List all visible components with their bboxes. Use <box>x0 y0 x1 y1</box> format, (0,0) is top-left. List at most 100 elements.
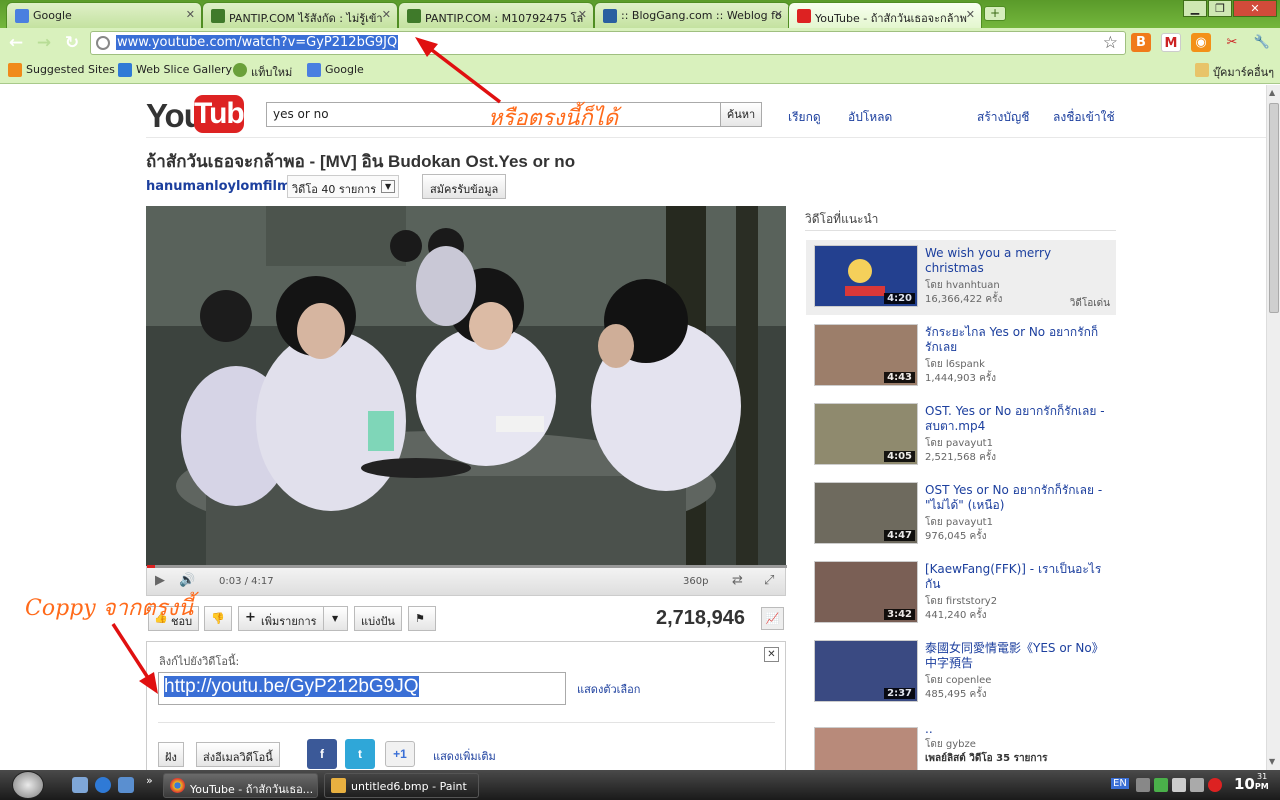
flag-button[interactable]: ⚑ <box>408 606 436 631</box>
browse-link[interactable]: เรียกดู <box>788 108 821 127</box>
minimize-icon[interactable]: ▁ <box>1183 0 1207 17</box>
tab-youtube[interactable]: YouTube - ถ้าสักวันเธอจะกล้าพ ✕ <box>788 2 982 29</box>
recommended-title[interactable]: We wish you a merry christmas <box>925 246 1110 276</box>
wrench-icon[interactable]: 🔧 <box>1252 33 1272 52</box>
recommended-item[interactable]: 4:43 รักระยะไกล Yes or No อยากรักก็รักเล… <box>806 319 1116 394</box>
subscribe-button[interactable]: สมัครรับข้อมูล <box>422 174 507 199</box>
upload-link[interactable]: อัปโหลด <box>848 108 892 127</box>
recommended-title[interactable]: OST Yes or No อยากรักก็รักเลย - "ไม่ได้"… <box>925 483 1110 513</box>
channel-link[interactable]: hanumanloylomfilm <box>146 179 291 194</box>
new-tab-button[interactable]: + <box>984 6 1006 21</box>
dislike-button[interactable]: 👎 <box>204 606 232 631</box>
recommended-playlist[interactable]: .. โดย gybze เพลย์ลิสต์ วิดีโอ 35 รายการ <box>806 722 1116 770</box>
recommended-title[interactable]: [KaewFang(FFK)] - เราเป็นอะไรกัน <box>925 562 1110 592</box>
recommended-title[interactable]: OST. Yes or No อยากรักก็รักเลย - สบตา.mp… <box>925 404 1110 434</box>
back-icon[interactable]: ← <box>5 32 27 54</box>
volume-icon[interactable]: 🔊 <box>179 573 195 588</box>
video-thumbnail[interactable]: 4:43 <box>814 324 918 386</box>
network-icon[interactable] <box>1154 778 1168 792</box>
scroll-down-icon[interactable]: ▼ <box>1269 757 1275 766</box>
star-icon[interactable]: ☆ <box>1103 33 1118 53</box>
chevron-down-icon[interactable]: ▼ <box>322 607 347 630</box>
antivirus-icon[interactable] <box>1208 778 1222 792</box>
bookmark-new-tab[interactable]: แท็บใหม่ <box>233 63 292 81</box>
reload-icon[interactable]: ↻ <box>61 32 83 54</box>
share-url-text[interactable]: http://youtu.be/GyP212bG9JQ <box>164 676 419 697</box>
messenger-icon[interactable] <box>118 777 134 793</box>
start-button[interactable] <box>12 771 44 799</box>
tab-google[interactable]: Google ✕ <box>6 2 202 28</box>
sign-in-link[interactable]: ลงชื่อเข้าใช้ <box>1053 108 1115 127</box>
gmail-icon[interactable]: M <box>1161 33 1181 52</box>
bookmark-google[interactable]: Google <box>307 63 364 77</box>
close-tab-icon[interactable]: ✕ <box>774 8 783 21</box>
video-thumbnail[interactable]: 4:20 <box>814 245 918 307</box>
tab-bloggang[interactable]: :: BlogGang.com :: Weblog fo ✕ <box>594 2 790 28</box>
share-url-field[interactable]: http://youtu.be/GyP212bG9JQ <box>158 672 566 705</box>
taskbar-item-chrome[interactable]: YouTube - ถ้าสักวันเธอ... <box>163 773 318 798</box>
scroll-up-icon[interactable]: ▲ <box>1269 88 1275 97</box>
rss-icon[interactable]: ◉ <box>1191 33 1211 52</box>
close-tab-icon[interactable]: ✕ <box>382 8 391 21</box>
add-to-button[interactable]: + เพิ่มรายการ ▼ <box>238 606 348 631</box>
bookmark-suggested-sites[interactable]: Suggested Sites <box>8 63 115 77</box>
video-player[interactable] <box>146 206 786 566</box>
video-thumbnail[interactable]: 3:42 <box>814 561 918 623</box>
close-tab-icon[interactable]: ✕ <box>578 8 587 21</box>
browser-toolbar: ← → ↻ www.youtube.com/watch?v=GyP212bG9J… <box>0 28 1280 58</box>
bookmark-web-slice-gallery[interactable]: Web Slice Gallery <box>118 63 232 77</box>
fullscreen-icon[interactable]: ⤢ <box>764 573 774 588</box>
show-more-link[interactable]: แสดงเพิ่มเติม <box>433 747 496 765</box>
quicklaunch-more-icon[interactable]: » <box>146 774 153 787</box>
facebook-icon[interactable]: f <box>307 739 337 769</box>
share-button[interactable]: แบ่งปัน <box>354 606 402 631</box>
channel-videos-dropdown[interactable]: วิดีโอ 40 รายการ ▼ <box>287 175 400 198</box>
email-video-button[interactable]: ส่งอีเมลวิดีโอนี้ <box>196 742 280 767</box>
taskbar-item-paint[interactable]: untitled6.bmp - Paint <box>324 773 479 798</box>
close-tab-icon[interactable]: ✕ <box>186 8 195 21</box>
page-scrollbar[interactable]: ▲ ▼ <box>1266 85 1280 770</box>
omnibox[interactable]: www.youtube.com/watch?v=GyP212bG9JQ ☆ <box>90 31 1126 55</box>
clipper-icon[interactable]: ✂ <box>1222 33 1242 52</box>
quality-selector[interactable]: 360p <box>683 576 708 587</box>
recommended-item[interactable]: 4:47 OST Yes or No อยากรักก็รักเลย - "ไม… <box>806 477 1116 552</box>
twitter-icon[interactable]: t <box>345 739 375 769</box>
create-account-link[interactable]: สร้างบัญชี <box>977 108 1029 127</box>
recommended-item[interactable]: 4:20 We wish you a merry christmas โดย h… <box>806 240 1116 315</box>
recommended-title[interactable]: 泰國女同愛情電影《YES or No》中字預告 <box>925 641 1110 671</box>
recommended-item[interactable]: 2:37 泰國女同愛情電影《YES or No》中字預告 โดย copenle… <box>806 635 1116 710</box>
google-plus-one-button[interactable]: +1 <box>385 741 415 767</box>
recommended-title[interactable]: .. <box>925 722 1110 737</box>
embed-button[interactable]: ฝัง <box>158 742 184 767</box>
language-indicator[interactable]: EN <box>1111 778 1129 789</box>
omnibox-url[interactable]: www.youtube.com/watch?v=GyP212bG9JQ <box>116 35 399 50</box>
tray-icon[interactable] <box>1172 778 1186 792</box>
close-icon[interactable]: ✕ <box>764 647 779 662</box>
video-thumbnail[interactable]: 2:37 <box>814 640 918 702</box>
volume-icon[interactable] <box>1190 778 1204 792</box>
show-options-link[interactable]: แสดงตัวเลือก <box>577 680 640 698</box>
blogger-icon[interactable]: B <box>1131 33 1151 52</box>
video-thumbnail[interactable]: 4:47 <box>814 482 918 544</box>
play-icon[interactable]: ▶ <box>155 573 165 588</box>
progress-bar[interactable] <box>147 565 787 568</box>
restore-icon[interactable]: ❐ <box>1208 0 1232 17</box>
close-tab-icon[interactable]: ✕ <box>966 8 975 21</box>
video-thumbnail[interactable]: 4:05 <box>814 403 918 465</box>
playlist-thumbnail[interactable] <box>814 727 918 770</box>
tab-pantip-2[interactable]: PANTIP.COM : M10792475 โล ✕ <box>398 2 594 28</box>
tab-pantip-1[interactable]: PANTIP.COM ไร้สังกัด : ไม่รู้เข้า ✕ <box>202 2 398 28</box>
forward-icon[interactable]: → <box>33 32 55 54</box>
tray-icon[interactable] <box>1136 778 1150 792</box>
recommended-item[interactable]: 3:42 [KaewFang(FFK)] - เราเป็นอะไรกัน โด… <box>806 556 1116 631</box>
scrollbar-thumb[interactable] <box>1269 103 1279 313</box>
search-button[interactable]: ค้นหา <box>720 102 762 127</box>
show-desktop-icon[interactable] <box>72 777 88 793</box>
stats-chart-icon[interactable]: 📈 <box>761 607 784 630</box>
recommended-title[interactable]: รักระยะไกล Yes or No อยากรักก็รักเลย <box>925 325 1110 355</box>
popout-icon[interactable]: ⇄ <box>732 573 743 588</box>
ie-icon[interactable] <box>95 777 111 793</box>
recommended-item[interactable]: 4:05 OST. Yes or No อยากรักก็รักเลย - สบ… <box>806 398 1116 473</box>
other-bookmarks[interactable]: บุ๊คมาร์คอื่นๆ <box>1195 63 1274 81</box>
close-window-icon[interactable]: ✕ <box>1233 0 1277 17</box>
